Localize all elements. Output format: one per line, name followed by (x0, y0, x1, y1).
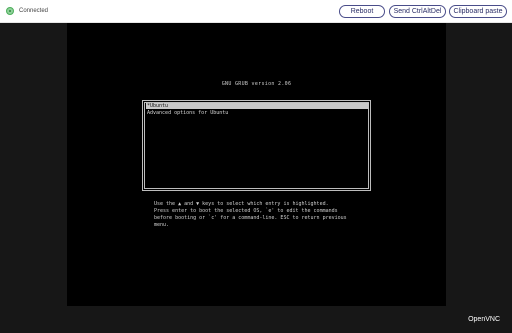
connection-status-label: Connected (19, 8, 49, 14)
clipboard-paste-button[interactable]: Clipboard paste (449, 5, 507, 18)
help-line: menu. (154, 222, 170, 228)
help-line: Use the ▲ and ▼ keys to select which ent… (154, 201, 329, 207)
help-line: Press enter to boot the selected OS, `e'… (154, 208, 338, 214)
connection-status: Connected (6, 5, 48, 17)
grub-title: GNU GRUB version 2.06 (221, 81, 292, 87)
connected-status-icon (6, 7, 14, 15)
send-ctrl-alt-del-button[interactable]: Send CtrlAltDel (389, 5, 446, 18)
grub-help-text: Use the ▲ and ▼ keys to select which ent… (154, 201, 364, 229)
boot-entry-advanced-options[interactable]: Advanced options for Ubuntu (146, 110, 369, 116)
remote-screen[interactable]: GNU GRUB version 2.06 *Ubuntu Advanced o… (67, 23, 446, 306)
reboot-button[interactable]: Reboot (339, 5, 385, 18)
boot-entry-ubuntu[interactable]: *Ubuntu (146, 103, 369, 109)
help-line: before booting or `c' for a command-line… (154, 215, 347, 221)
boot-menu: *Ubuntu Advanced options for Ubuntu (142, 100, 371, 191)
openvnc-logo: OpenVNC (468, 316, 500, 323)
toolbar: Connected Reboot Send CtrlAltDel Clipboa… (0, 0, 512, 23)
vnc-viewport[interactable]: GNU GRUB version 2.06 *Ubuntu Advanced o… (0, 23, 512, 333)
